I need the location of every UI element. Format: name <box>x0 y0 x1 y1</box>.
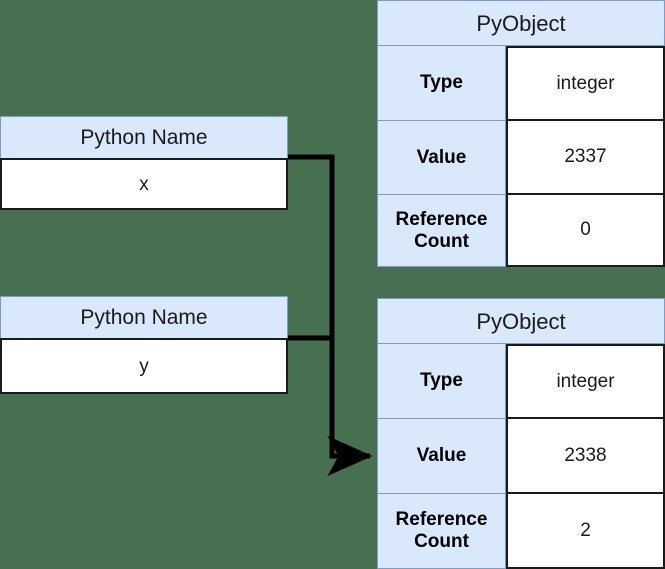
pyobject-table-2337: PyObject Type integer Value 2337 Referen… <box>377 0 665 267</box>
pyobject-field-value: integer <box>506 344 665 419</box>
table-row: Reference Count 2 <box>377 494 665 569</box>
table-row: Value 2338 <box>377 419 665 494</box>
python-name-box-y: Python Name y <box>0 296 288 394</box>
pyobject-field-value: 2337 <box>506 121 665 195</box>
python-name-value: y <box>0 338 288 394</box>
pyobject-field-value: integer <box>506 46 665 121</box>
pyobject-field-value: 2338 <box>506 419 665 494</box>
pyobject-field-label: Value <box>377 419 506 494</box>
pyobject-field-label: Reference Count <box>377 195 506 267</box>
pyobject-field-label: Reference Count <box>377 494 506 569</box>
table-row: Reference Count 0 <box>377 195 665 267</box>
pyobject-field-label: Type <box>377 344 506 419</box>
table-row: Type integer <box>377 46 665 121</box>
pyobject-field-label: Value <box>377 121 506 195</box>
table-row: Value 2337 <box>377 121 665 195</box>
pyobject-title: PyObject <box>377 298 665 344</box>
diagram-canvas: Python Name x Python Name y PyObject Typ… <box>0 0 665 569</box>
pyobject-field-value: 0 <box>506 195 665 267</box>
pyobject-field-value: 2 <box>506 494 665 569</box>
python-name-value: x <box>0 158 288 210</box>
pyobject-field-label: Type <box>377 46 506 121</box>
python-name-header: Python Name <box>0 296 288 338</box>
table-row: Type integer <box>377 344 665 419</box>
connector-x-to-pyobject <box>288 154 373 476</box>
python-name-header: Python Name <box>0 116 288 158</box>
pyobject-title: PyObject <box>377 0 665 46</box>
pyobject-table-2338: PyObject Type integer Value 2338 Referen… <box>377 298 665 569</box>
python-name-box-x: Python Name x <box>0 116 288 210</box>
